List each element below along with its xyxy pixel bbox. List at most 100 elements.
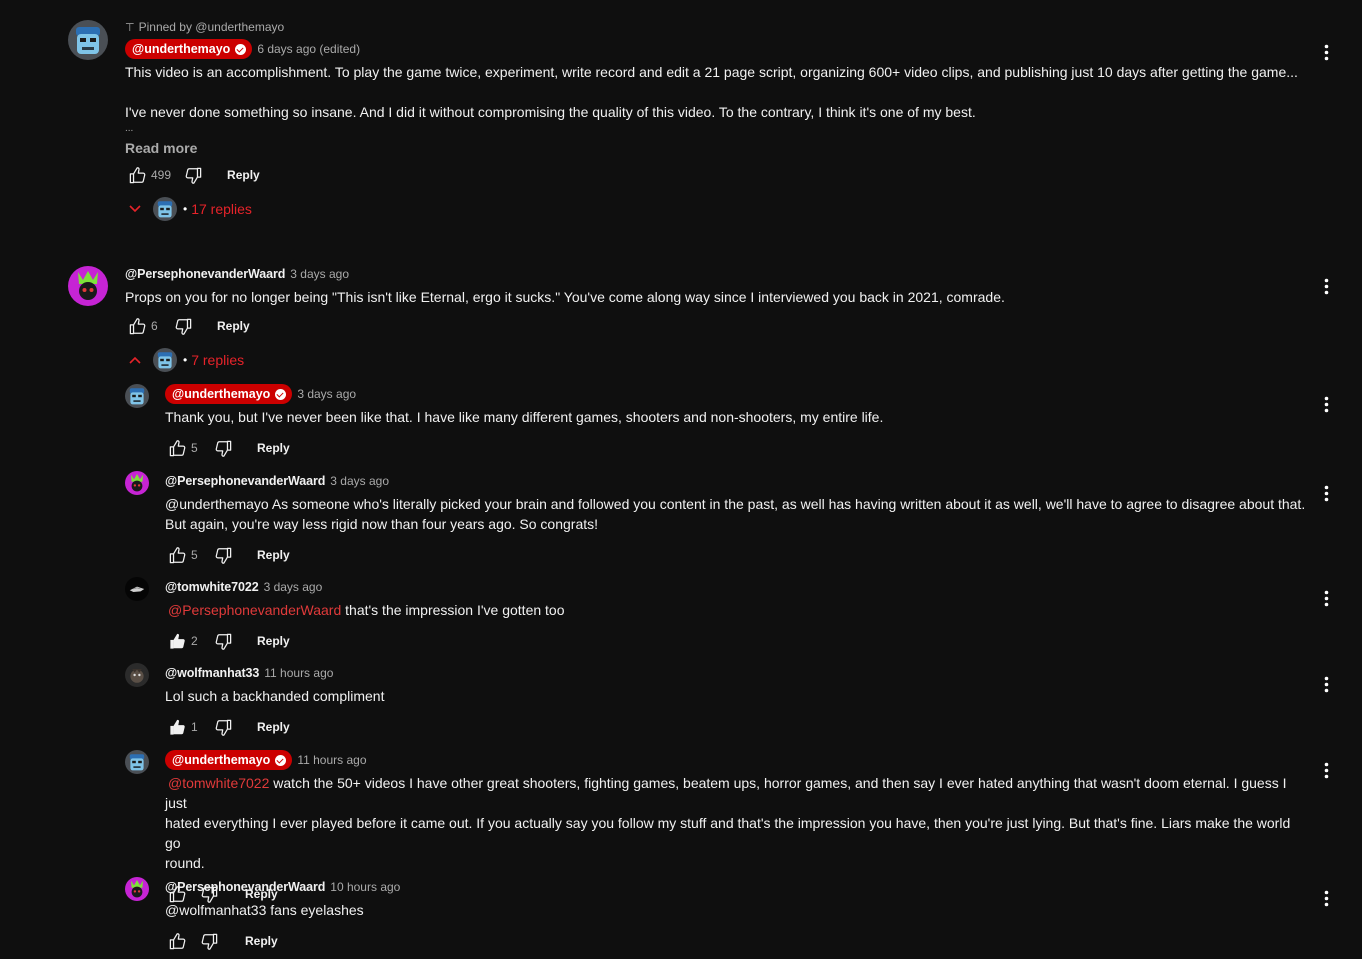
mention-link[interactable]: @PersephonevanderWaard <box>168 602 341 618</box>
comment-header: @wolfmanhat33 11 hours ago <box>165 663 1307 683</box>
reply-body: @tomwhite7022 3 days ago @Persephonevand… <box>165 577 1307 653</box>
comment-time[interactable]: 3 days ago <box>290 267 349 281</box>
comment-actions: 6 Reply <box>125 314 1302 338</box>
reply-button[interactable]: Reply <box>257 548 290 562</box>
comment-header: @PersephonevanderWaard 3 days ago <box>165 471 1307 491</box>
comment-time[interactable]: 11 hours ago <box>297 753 366 767</box>
chevron-down-icon <box>125 199 145 219</box>
creator-avatar <box>153 197 177 221</box>
comment-text: @PersephonevanderWaard that's the impres… <box>168 602 565 618</box>
avatar[interactable] <box>125 577 149 601</box>
thumb-up-icon[interactable] <box>165 436 189 460</box>
comment-time[interactable]: 3 days ago <box>264 580 323 594</box>
verified-check-icon <box>235 43 247 55</box>
comment-header: @underthemayo 11 hours ago <box>165 750 1307 770</box>
reply-body: @PersephonevanderWaard 3 days ago @under… <box>165 471 1307 567</box>
reply-body: @underthemayo 3 days ago Thank you, but … <box>165 384 1307 460</box>
creator-avatar <box>153 348 177 372</box>
comment-header: @PersephonevanderWaard 10 hours ago <box>165 877 1307 897</box>
replies-toggle[interactable]: • 7 replies <box>125 348 1302 372</box>
avatar[interactable] <box>125 750 149 774</box>
comment-actions: 5 Reply <box>165 543 1307 567</box>
thumb-up-icon[interactable] <box>165 629 189 653</box>
reply-body: @wolfmanhat33 11 hours ago Lol such a ba… <box>165 663 1307 739</box>
reply-body: @PersephonevanderWaard 10 hours ago @wol… <box>165 877 1307 953</box>
comment-author[interactable]: @PersephonevanderWaard <box>165 474 325 488</box>
more-vert-icon[interactable] <box>1314 586 1338 610</box>
reply-button[interactable]: Reply <box>227 168 260 182</box>
like-count: 5 <box>191 548 198 562</box>
more-vert-icon[interactable] <box>1314 40 1338 64</box>
comment-text: Lol such a backhanded compliment <box>165 688 385 704</box>
thumb-down-icon[interactable] <box>211 715 235 739</box>
chevron-up-icon <box>125 350 145 370</box>
reply-button[interactable]: Reply <box>245 934 278 948</box>
thumb-up-icon[interactable] <box>125 163 149 187</box>
comment-header: @underthemayo 3 days ago <box>165 384 1307 404</box>
pin-icon: ⊤ <box>125 22 135 34</box>
replies-count: 7 replies <box>191 352 245 368</box>
comment-time[interactable]: 3 days ago <box>330 474 389 488</box>
like-count: 1 <box>191 720 198 734</box>
thumb-up-icon[interactable] <box>165 715 189 739</box>
more-vert-icon[interactable] <box>1314 481 1338 505</box>
thumb-up-icon[interactable] <box>165 543 189 567</box>
avatar[interactable] <box>68 20 108 60</box>
comment-author[interactable]: @PersephonevanderWaard <box>165 880 325 894</box>
comment-time[interactable]: 10 hours ago <box>330 880 400 894</box>
avatar[interactable] <box>125 877 149 901</box>
comment-author[interactable]: @wolfmanhat33 <box>165 666 259 680</box>
more-vert-icon[interactable] <box>1314 672 1338 696</box>
comment-text: Thank you, but I've never been like that… <box>165 409 884 425</box>
thumb-down-icon[interactable] <box>211 436 235 460</box>
more-vert-icon[interactable] <box>1314 392 1338 416</box>
comment-text: This video is an accomplishment. To play… <box>125 64 1298 134</box>
read-more-button[interactable]: Read more <box>125 140 1302 156</box>
avatar[interactable] <box>125 471 149 495</box>
comment-time[interactable]: 6 days ago (edited) <box>257 42 360 56</box>
comment-time[interactable]: 11 hours ago <box>264 666 333 680</box>
comment-actions: 499 Reply <box>125 163 1302 187</box>
thumb-down-icon[interactable] <box>211 629 235 653</box>
avatar[interactable] <box>68 266 108 306</box>
thumb-down-icon[interactable] <box>197 929 221 953</box>
thumb-down-icon[interactable] <box>211 543 235 567</box>
comment-actions: 2 Reply <box>165 629 1307 653</box>
verified-check-icon <box>275 754 287 766</box>
like-count: 5 <box>191 441 198 455</box>
verified-check-icon <box>275 388 287 400</box>
comment-time[interactable]: 3 days ago <box>297 387 356 401</box>
thumb-down-icon[interactable] <box>181 163 205 187</box>
more-vert-icon[interactable] <box>1314 758 1338 782</box>
comment-text: @wolfmanhat33 fans eyelashes <box>165 902 364 918</box>
reply-button[interactable]: Reply <box>217 319 250 333</box>
reply-button[interactable]: Reply <box>257 634 290 648</box>
more-vert-icon[interactable] <box>1314 886 1338 910</box>
like-count: 6 <box>151 319 158 333</box>
reply-button[interactable]: Reply <box>257 720 290 734</box>
thumb-up-icon[interactable] <box>125 314 149 338</box>
creator-author-badge[interactable]: @underthemayo <box>165 384 293 404</box>
creator-author-badge[interactable]: @underthemayo <box>125 39 253 59</box>
reply-button[interactable]: Reply <box>257 441 290 455</box>
replies-toggle[interactable]: • 17 replies <box>125 197 1302 221</box>
comment-actions: 5 Reply <box>165 436 1307 460</box>
comment-author[interactable]: @tomwhite7022 <box>165 580 259 594</box>
replies-count: 17 replies <box>191 201 252 217</box>
mention-link[interactable]: @tomwhite7022 <box>168 775 269 791</box>
comment-header: @underthemayo 6 days ago (edited) <box>125 39 1302 59</box>
more-vert-icon[interactable] <box>1314 274 1338 298</box>
comment-text: @underthemayo As someone who's literally… <box>165 496 1306 532</box>
comment-author[interactable]: @PersephonevanderWaard <box>125 267 285 281</box>
comment-body: ⊤ Pinned by @underthemayo @underthemayo 6… <box>125 20 1302 221</box>
comment-actions: 1 Reply <box>165 715 1307 739</box>
creator-author-badge[interactable]: @underthemayo <box>165 750 293 770</box>
avatar[interactable] <box>125 663 149 687</box>
thumb-down-icon[interactable] <box>171 314 195 338</box>
like-count: 499 <box>151 168 172 182</box>
avatar[interactable] <box>125 384 149 408</box>
like-count: 2 <box>191 634 198 648</box>
thumb-up-icon[interactable] <box>165 929 189 953</box>
comment-actions: Reply <box>165 929 1307 953</box>
comment-header: @PersephonevanderWaard 3 days ago <box>125 264 1302 284</box>
